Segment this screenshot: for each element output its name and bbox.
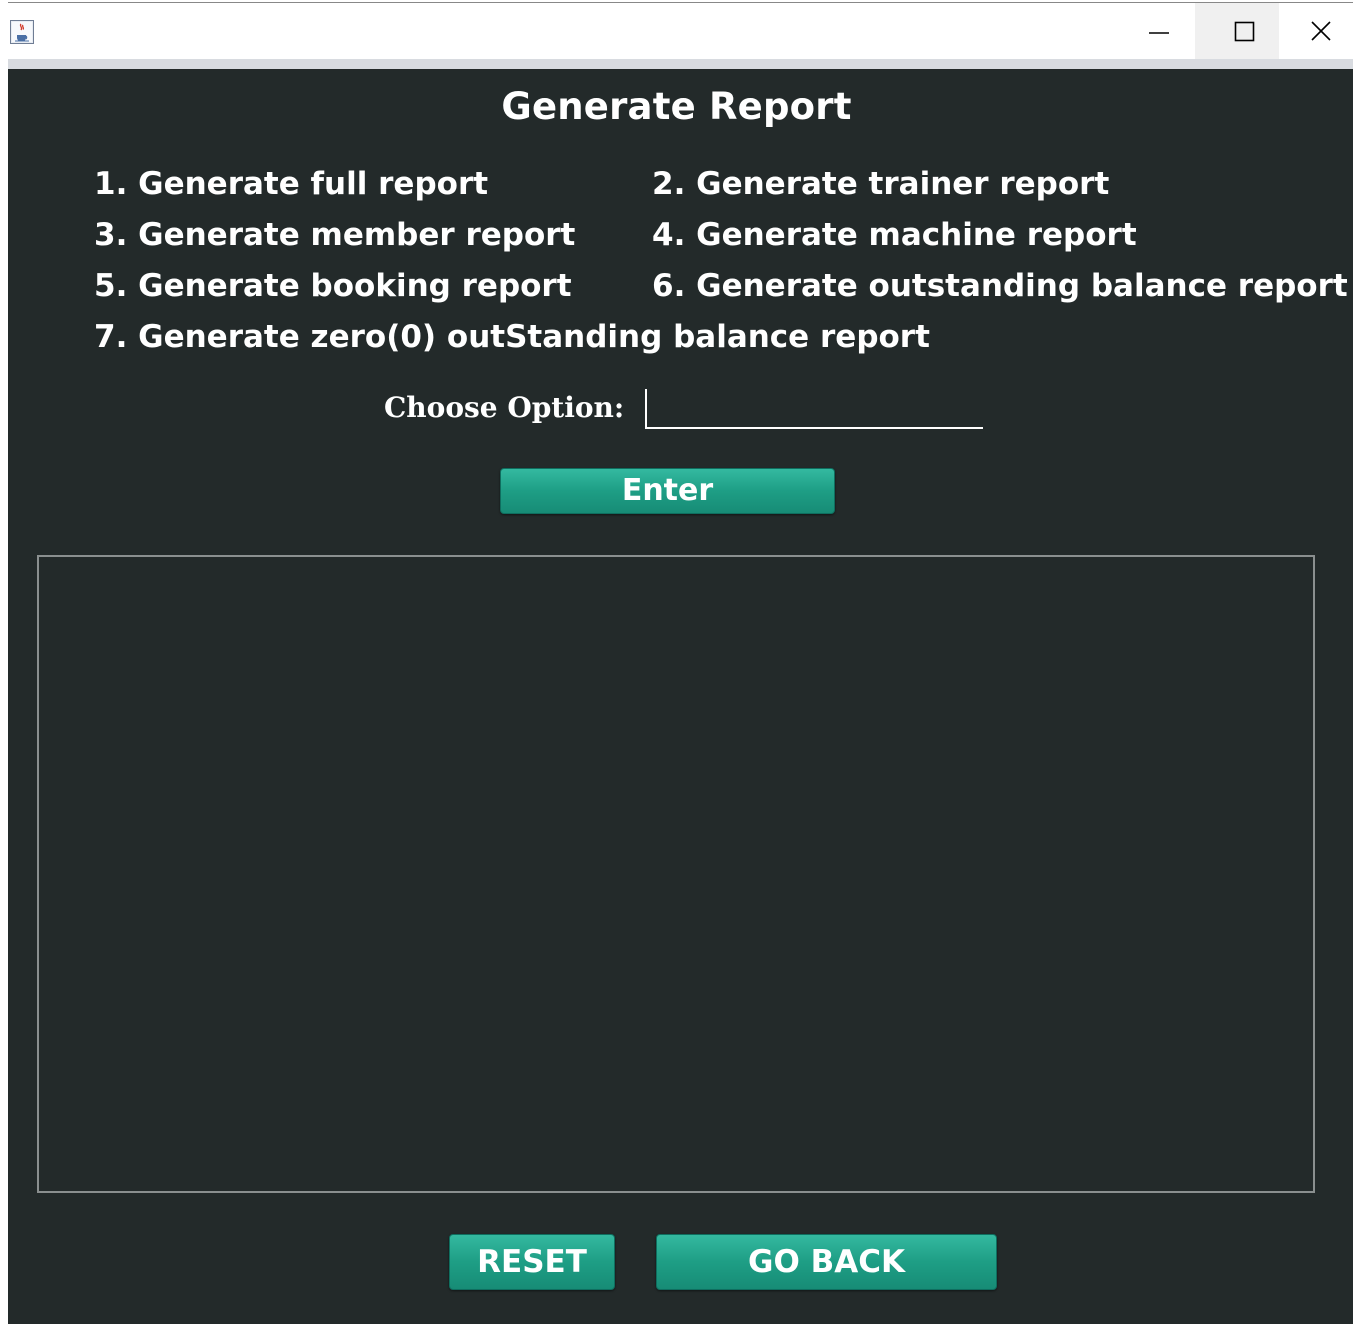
option-full-report: 1. Generate full report <box>94 166 489 202</box>
close-button[interactable] <box>1279 3 1353 60</box>
app-window: Generate Report 1. Generate full report … <box>0 0 1353 1324</box>
reset-button[interactable]: RESET <box>449 1234 615 1290</box>
go-back-button[interactable]: GO BACK <box>656 1234 997 1290</box>
option-trainer-report: 2. Generate trainer report <box>652 166 1110 202</box>
report-output-area[interactable] <box>37 555 1315 1193</box>
title-separator <box>8 59 1353 69</box>
report-panel: Generate Report 1. Generate full report … <box>8 69 1353 1324</box>
option-member-report: 3. Generate member report <box>94 217 576 253</box>
option-zero-balance-report: 7. Generate zero(0) outStanding balance … <box>94 319 930 355</box>
title-bar <box>8 2 1353 60</box>
enter-button[interactable]: Enter <box>500 468 835 514</box>
minimize-icon <box>1149 32 1169 34</box>
option-booking-report: 5. Generate booking report <box>94 268 572 304</box>
option-machine-report: 4. Generate machine report <box>652 217 1137 253</box>
java-cup-icon <box>10 20 34 44</box>
choose-option-input[interactable] <box>645 389 983 429</box>
maximize-icon <box>1234 21 1255 42</box>
maximize-button[interactable] <box>1195 3 1279 60</box>
page-title: Generate Report <box>501 85 852 128</box>
option-outstanding-balance-report: 6. Generate outstanding balance report <box>652 268 1348 304</box>
close-icon <box>1311 21 1331 41</box>
minimize-button[interactable] <box>1113 3 1197 60</box>
choose-option-label: Choose Option: <box>384 391 625 424</box>
